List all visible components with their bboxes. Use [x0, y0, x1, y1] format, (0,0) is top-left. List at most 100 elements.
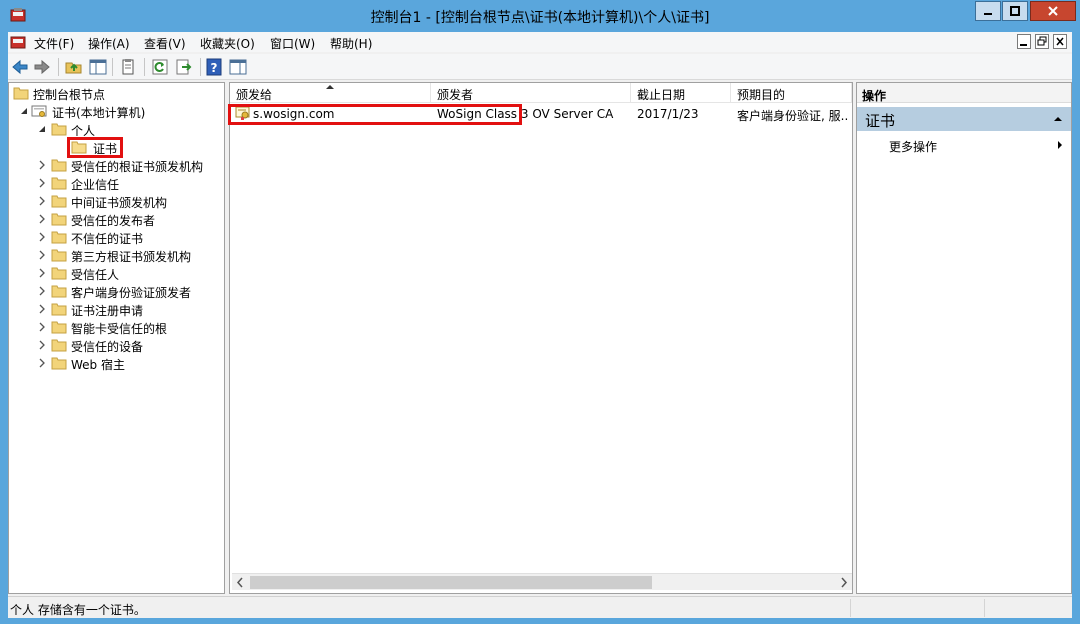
cell-issued-by: WoSign Class 3 OV Server CA — [437, 107, 614, 121]
tree-item-label: 客户端身份验证颁发者 — [71, 286, 192, 300]
mdi-minimize-button[interactable] — [1017, 34, 1031, 49]
up-folder-icon[interactable] — [64, 57, 84, 77]
mmc-window: 控制台1 - [控制台根节点\证书(本地计算机)\个人\证书] 文件(F) 操作… — [0, 0, 1080, 624]
folder-icon — [51, 357, 67, 370]
expanded-arrow-icon[interactable] — [19, 106, 29, 116]
collapsed-arrow-icon[interactable] — [37, 160, 47, 170]
forward-icon[interactable] — [32, 57, 52, 77]
tree-item-label: 企业信任 — [71, 178, 120, 192]
close-icon — [1048, 6, 1058, 16]
collapsed-arrow-icon[interactable] — [37, 214, 47, 224]
action-pane-icon[interactable] — [228, 57, 248, 77]
column-header-expiration[interactable]: 截止日期 — [631, 83, 731, 103]
restore-icon — [1037, 36, 1047, 46]
maximize-button[interactable] — [1002, 1, 1028, 21]
console-icon[interactable] — [10, 34, 26, 50]
tree-item-label: 受信任的根证书颁发机构 — [71, 160, 204, 174]
horizontal-scrollbar[interactable] — [232, 573, 852, 590]
menu-help[interactable]: 帮助(H) — [330, 35, 372, 52]
expanded-arrow-icon[interactable] — [37, 124, 47, 134]
folder-icon — [51, 159, 67, 172]
status-text: 个人 存储含有一个证书。 — [10, 603, 146, 617]
collapse-arrow-icon[interactable] — [1053, 116, 1063, 122]
tree-item-label: 证书(本地计算机) — [52, 106, 146, 120]
folder-open-icon — [71, 141, 87, 154]
folder-icon — [51, 339, 67, 352]
collapsed-arrow-icon[interactable] — [37, 232, 47, 242]
mdi-close-button[interactable] — [1053, 34, 1067, 49]
more-actions-item[interactable]: 更多操作 — [889, 138, 937, 155]
scrollbar-thumb[interactable] — [250, 576, 652, 589]
collapsed-arrow-icon[interactable] — [37, 286, 47, 296]
title-bar[interactable]: 控制台1 - [控制台根节点\证书(本地计算机)\个人\证书] — [0, 0, 1080, 32]
close-button[interactable] — [1030, 1, 1076, 21]
certificate-list: 颁发给 颁发者 截止日期 预期目的 s.wosign.com WoSign Cl… — [229, 82, 853, 594]
sort-ascending-icon — [326, 85, 334, 89]
column-label: 预期目的 — [737, 88, 786, 102]
collapsed-arrow-icon[interactable] — [37, 322, 47, 332]
action-section-label: 证书 — [865, 112, 896, 130]
collapsed-arrow-icon[interactable] — [37, 340, 47, 350]
action-pane: 操作 证书 更多操作 — [856, 82, 1072, 594]
status-divider — [850, 599, 851, 617]
column-label: 颁发者 — [437, 88, 474, 102]
certificate-store-icon — [31, 105, 47, 117]
folder-icon — [51, 195, 67, 208]
window-title: 控制台1 - [控制台根节点\证书(本地计算机)\个人\证书] — [370, 10, 710, 26]
minimize-icon — [1020, 44, 1027, 46]
collapsed-arrow-icon[interactable] — [37, 178, 47, 188]
column-label: 截止日期 — [637, 88, 686, 102]
tree-item-label: 受信任人 — [71, 268, 120, 282]
folder-icon — [51, 267, 67, 280]
menu-window[interactable]: 窗口(W) — [270, 35, 315, 52]
certificate-icon — [235, 106, 250, 120]
collapsed-arrow-icon[interactable] — [37, 358, 47, 368]
tree-item-label: 不信任的证书 — [71, 232, 144, 246]
close-icon — [1056, 37, 1064, 46]
menu-favorites[interactable]: 收藏夹(O) — [200, 35, 255, 52]
scroll-left-icon[interactable] — [232, 574, 249, 591]
folder-icon — [51, 177, 67, 190]
help-icon[interactable]: ? — [204, 57, 224, 77]
menu-action[interactable]: 操作(A) — [88, 35, 130, 52]
collapsed-arrow-icon[interactable] — [37, 268, 47, 278]
status-divider — [984, 599, 985, 617]
minimize-button[interactable] — [975, 1, 1001, 21]
mdi-restore-button[interactable] — [1035, 34, 1049, 49]
action-pane-title: 操作 — [857, 83, 1071, 103]
tree-item-label: 第三方根证书颁发机构 — [71, 250, 192, 264]
refresh-icon[interactable] — [150, 57, 170, 77]
toolbar: ? — [8, 54, 1072, 80]
collapsed-arrow-icon[interactable] — [37, 250, 47, 260]
column-header-issued-to[interactable]: 颁发给 — [230, 83, 431, 103]
toolbar-separator — [112, 58, 113, 76]
properties-icon[interactable] — [118, 57, 138, 77]
menu-bar: 文件(F) 操作(A) 查看(V) 收藏夹(O) 窗口(W) 帮助(H) — [8, 32, 1072, 52]
tree-item-label: 个人 — [71, 124, 96, 138]
minimize-icon — [984, 13, 992, 15]
console-tree: 控制台根节点 证书(本地计算机) 个人 证书 受信任的根证书颁发机构 企业信任 … — [8, 82, 225, 594]
cell-expiration: 2017/1/23 — [637, 107, 699, 121]
export-icon[interactable] — [174, 57, 194, 77]
folder-icon — [51, 123, 67, 136]
back-icon[interactable] — [10, 57, 30, 77]
folder-icon — [51, 231, 67, 244]
toolbar-separator — [58, 58, 59, 76]
column-header-purposes[interactable]: 预期目的 — [731, 83, 852, 103]
menu-view[interactable]: 查看(V) — [144, 35, 186, 52]
tree-item-label: 证书 — [93, 142, 118, 156]
scroll-right-icon[interactable] — [835, 574, 852, 591]
folder-icon — [51, 285, 67, 298]
collapsed-arrow-icon[interactable] — [37, 304, 47, 314]
column-header-issued-by[interactable]: 颁发者 — [431, 83, 631, 103]
tree-item-label: 证书注册申请 — [71, 304, 144, 318]
tree-item-label: Web 宿主 — [71, 358, 125, 372]
folder-icon — [13, 87, 29, 100]
maximize-icon — [1010, 6, 1020, 16]
submenu-arrow-icon[interactable] — [1057, 140, 1063, 150]
menu-file[interactable]: 文件(F) — [34, 35, 74, 52]
show-tree-icon[interactable] — [88, 57, 108, 77]
collapsed-arrow-icon[interactable] — [37, 196, 47, 206]
column-label: 颁发给 — [236, 88, 273, 102]
action-section-certificates[interactable]: 证书 — [857, 107, 1071, 131]
